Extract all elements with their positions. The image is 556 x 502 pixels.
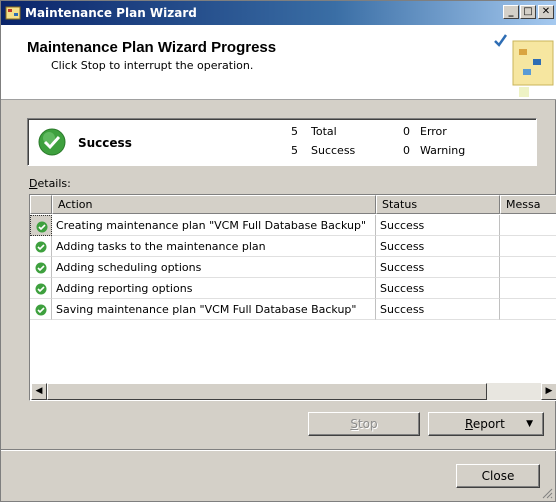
stop-button[interactable]: Stop [308,412,420,436]
column-header-action[interactable]: Action [52,195,376,214]
dropdown-arrow-icon: ▼ [526,419,533,429]
row-action: Adding reporting options [52,278,376,299]
minimize-button[interactable]: _ [503,5,519,19]
column-header-icon[interactable] [30,195,52,214]
summary-status: Success [78,136,132,150]
total-label: Total [311,125,337,138]
maximize-button[interactable]: □ [520,5,536,19]
wizard-window: Maintenance Plan Wizard _ □ ✕ Maintenanc… [0,0,556,502]
row-message [500,257,556,278]
success-check-icon [36,221,48,233]
warning-count: 0 [403,144,410,157]
wizard-header: Maintenance Plan Wizard Progress Click S… [1,25,556,100]
summary-panel: Success 5 Total 5 Success 0 Error 0 Warn… [27,118,537,166]
table-row[interactable]: Saving maintenance plan "VCM Full Databa… [30,299,556,320]
error-label: Error [420,125,447,138]
row-status: Success [376,236,500,257]
row-status-icon-cell [30,236,52,257]
scroll-right-button[interactable]: ▶ [541,383,556,400]
wizard-banner-icon [494,34,554,97]
row-message [500,299,556,320]
column-header-message[interactable]: Messa [500,195,556,214]
row-action: Adding tasks to the maintenance plan [52,236,376,257]
page-title: Maintenance Plan Wizard Progress [27,39,277,56]
table-row[interactable]: Adding reporting options Success [30,278,556,299]
window-title: Maintenance Plan Wizard [25,6,197,20]
close-window-button[interactable]: ✕ [538,5,554,19]
row-status: Success [376,257,500,278]
report-button[interactable]: Report ▼ [428,412,544,436]
resize-grip-icon[interactable] [541,487,553,499]
row-status-icon-cell [30,257,52,278]
close-button[interactable]: Close [456,464,540,488]
row-message [500,278,556,299]
footer-separator [1,449,556,451]
row-status: Success [376,278,500,299]
row-action: Creating maintenance plan "VCM Full Data… [52,215,376,236]
column-header-status[interactable]: Status [376,195,500,214]
table-row[interactable]: Creating maintenance plan "VCM Full Data… [30,215,556,236]
title-bar[interactable]: Maintenance Plan Wizard _ □ ✕ [1,1,556,25]
wizard-app-icon [5,6,21,20]
scroll-left-button[interactable]: ◀ [31,383,47,400]
page-subtitle: Click Stop to interrupt the operation. [51,59,254,72]
details-label: Details: [29,177,71,190]
table-row[interactable]: Adding tasks to the maintenance plan Succ… [30,236,556,257]
success-check-icon [35,304,47,316]
row-status: Success [376,299,500,320]
row-status-icon-cell [30,299,52,320]
row-action: Saving maintenance plan "VCM Full Databa… [52,299,376,320]
table-row[interactable]: Adding scheduling options Success [30,257,556,278]
success-check-icon [35,262,47,274]
row-action: Adding scheduling options [52,257,376,278]
error-count: 0 [403,125,410,138]
horizontal-scrollbar[interactable]: ◀ ▶ [31,383,556,400]
success-check-icon [35,241,47,253]
success-check-icon [35,283,47,295]
warning-label: Warning [420,144,466,157]
row-status: Success [376,215,500,236]
details-grid[interactable]: Action Status Messa Creating maintenance… [29,194,556,401]
row-status-icon-cell [30,278,52,299]
row-message [500,236,556,257]
scroll-thumb[interactable] [47,383,487,400]
success-check-icon [38,128,66,156]
success-count: 5 [291,144,298,157]
row-message [500,215,556,236]
row-status-icon-cell [30,215,52,236]
success-label: Success [311,144,356,157]
total-count: 5 [291,125,298,138]
